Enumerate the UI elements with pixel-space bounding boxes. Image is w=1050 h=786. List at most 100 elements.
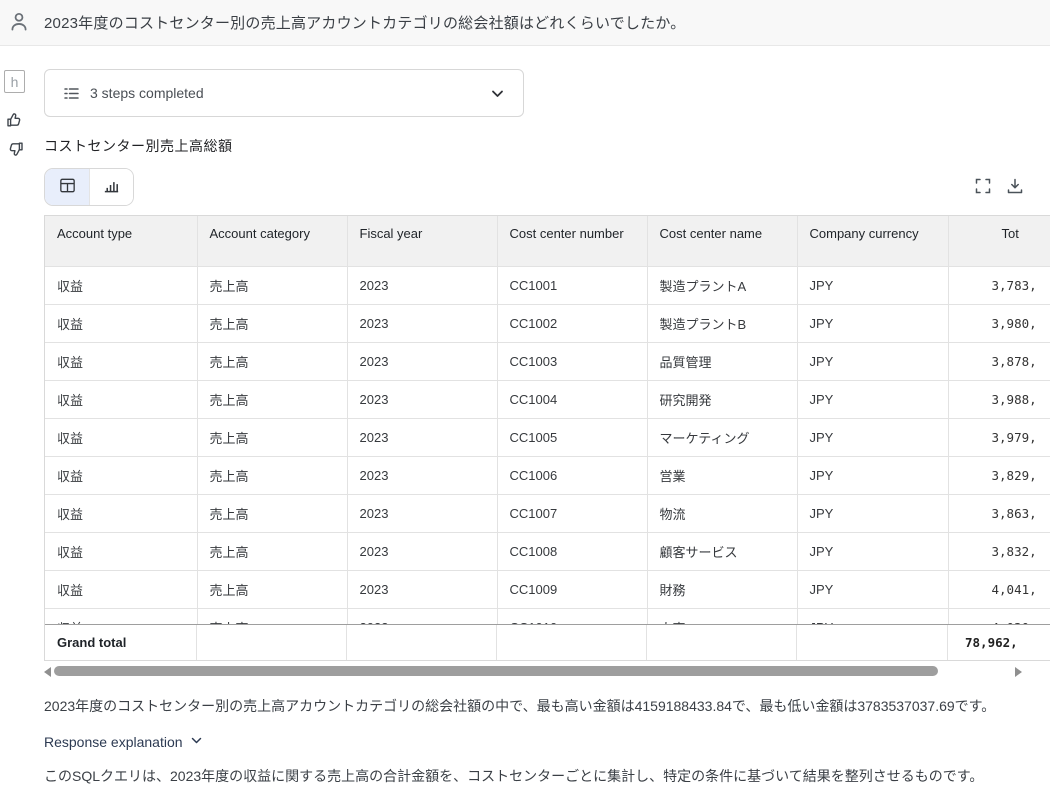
table-cell: JPY — [797, 494, 948, 532]
grand-total-spacer — [647, 625, 797, 660]
table-cell: JPY — [797, 304, 948, 342]
table-row: 収益売上高2023CC1002製造プラントBJPY3,980, — [45, 304, 1050, 342]
table-cell: 財務 — [647, 570, 797, 608]
table-cell: マーケティング — [647, 418, 797, 456]
thumbs-up-icon[interactable] — [5, 110, 25, 130]
table-row: 収益売上高2023CC1008顧客サービスJPY3,832, — [45, 532, 1050, 570]
download-icon[interactable] — [1006, 177, 1024, 195]
table-cell: CC1008 — [497, 532, 647, 570]
grand-total-label: Grand total — [57, 635, 126, 650]
answer-title: コストセンター別売上高総額 — [44, 136, 233, 156]
response-explanation-toggle[interactable]: Response explanation — [44, 734, 203, 750]
table-cell: 収益 — [45, 304, 197, 342]
table-cell: 2023 — [347, 304, 497, 342]
table-row: 収益売上高2023CC1001製造プラントAJPY3,783, — [45, 266, 1050, 304]
grand-total-amount: 78,962, — [960, 635, 1018, 650]
table-row: 収益売上高2023CC1007物流JPY3,863, — [45, 494, 1050, 532]
table-view-button[interactable] — [45, 169, 89, 205]
table-cell: 3,783, — [948, 266, 1050, 304]
table-cell: 3,878, — [948, 342, 1050, 380]
table-cell: 収益 — [45, 418, 197, 456]
table-cell: 物流 — [647, 494, 797, 532]
horizontal-scrollbar — [44, 664, 1022, 678]
table-row: 収益売上高2023CC1006営業JPY3,829, — [45, 456, 1050, 494]
table-cell: 売上高 — [197, 570, 347, 608]
table-cell: 2023 — [347, 342, 497, 380]
user-avatar-icon — [8, 11, 30, 33]
scroll-right-arrow-icon[interactable] — [1015, 667, 1022, 677]
table-cell: 2023 — [347, 418, 497, 456]
grand-total-amount-cell: 78,962, — [948, 625, 1050, 660]
table-cell: JPY — [797, 380, 948, 418]
chevron-down-icon — [490, 86, 505, 101]
table-cell: 3,980, — [948, 304, 1050, 342]
column-header-2: Fiscal year — [347, 216, 497, 266]
table-row: 収益売上高2023CC1003品質管理JPY3,878, — [45, 342, 1050, 380]
table-cell: 収益 — [45, 266, 197, 304]
table-cell: 売上高 — [197, 266, 347, 304]
table-cell: 4,041, — [948, 570, 1050, 608]
answer-summary: 2023年度のコストセンター別の売上高アカウントカテゴリの総会社額の中で、最も高… — [44, 696, 1044, 716]
table-cell: 製造プラントB — [647, 304, 797, 342]
table-header-row: Account typeAccount categoryFiscal yearC… — [45, 216, 1050, 266]
table-cell: 2023 — [347, 570, 497, 608]
table-cell: 収益 — [45, 494, 197, 532]
table-row: 収益売上高2023CC1005マーケティングJPY3,979, — [45, 418, 1050, 456]
table-cell: 3,988, — [948, 380, 1050, 418]
table-cell: 収益 — [45, 456, 197, 494]
table-cell: CC1007 — [497, 494, 647, 532]
view-toggle-group — [44, 168, 134, 206]
assistant-logo: h — [4, 70, 25, 93]
scroll-left-arrow-icon[interactable] — [44, 667, 51, 677]
table-cell: CC1003 — [497, 342, 647, 380]
steps-dropdown[interactable]: 3 steps completed — [44, 69, 524, 117]
grand-total-spacer — [497, 625, 647, 660]
chevron-down-icon — [190, 734, 203, 750]
table-cell: CC1002 — [497, 304, 647, 342]
table-cell: 収益 — [45, 342, 197, 380]
explanation-text: このSQLクエリは、2023年度の収益に関する売上高の合計金額を、コストセンター… — [44, 766, 1044, 786]
table-icon — [58, 176, 77, 198]
steps-label: 3 steps completed — [90, 85, 204, 101]
table-row: 収益売上高2023CC1004研究開発JPY3,988, — [45, 380, 1050, 418]
steps-list-icon — [63, 85, 80, 102]
table-cell: JPY — [797, 418, 948, 456]
grand-total-row: Grand total 78,962, — [45, 624, 1050, 660]
table-cell: 売上高 — [197, 456, 347, 494]
table-cell: 2023 — [347, 532, 497, 570]
thumbs-down-icon[interactable] — [5, 139, 25, 159]
chart-view-button[interactable] — [89, 169, 133, 205]
table-cell: CC1006 — [497, 456, 647, 494]
table-cell: 売上高 — [197, 494, 347, 532]
table-cell: 3,979, — [948, 418, 1050, 456]
table-cell: 3,829, — [948, 456, 1050, 494]
table-cell: JPY — [797, 570, 948, 608]
response-explanation-label: Response explanation — [44, 734, 183, 750]
scrollbar-thumb[interactable] — [54, 666, 938, 676]
table-cell: 2023 — [347, 494, 497, 532]
column-header-1: Account category — [197, 216, 347, 266]
column-header-0: Account type — [45, 216, 197, 266]
column-header-6: Tot — [948, 216, 1050, 266]
table-cell: 3,863, — [948, 494, 1050, 532]
table-cell: CC1004 — [497, 380, 647, 418]
table-cell: 製造プラントA — [647, 266, 797, 304]
table-cell: 収益 — [45, 532, 197, 570]
table-cell: 営業 — [647, 456, 797, 494]
table-cell: 2023 — [347, 456, 497, 494]
table-cell: 売上高 — [197, 418, 347, 456]
table-cell: 売上高 — [197, 304, 347, 342]
assistant-logo-letter: h — [11, 74, 19, 90]
table-cell: CC1009 — [497, 570, 647, 608]
table-cell: 売上高 — [197, 532, 347, 570]
data-table: Account typeAccount categoryFiscal yearC… — [45, 216, 1050, 647]
app: 2023年度のコストセンター別の売上高アカウントカテゴリの総会社額はどれくらいで… — [0, 0, 1050, 786]
expand-icon[interactable] — [974, 177, 992, 195]
table-cell: CC1001 — [497, 266, 647, 304]
grand-total-label-cell: Grand total — [45, 625, 197, 660]
table-cell: 2023 — [347, 380, 497, 418]
table-row: 収益売上高2023CC1009財務JPY4,041, — [45, 570, 1050, 608]
table-cell: 売上高 — [197, 380, 347, 418]
table-cell: JPY — [797, 342, 948, 380]
table-cell: 3,832, — [948, 532, 1050, 570]
